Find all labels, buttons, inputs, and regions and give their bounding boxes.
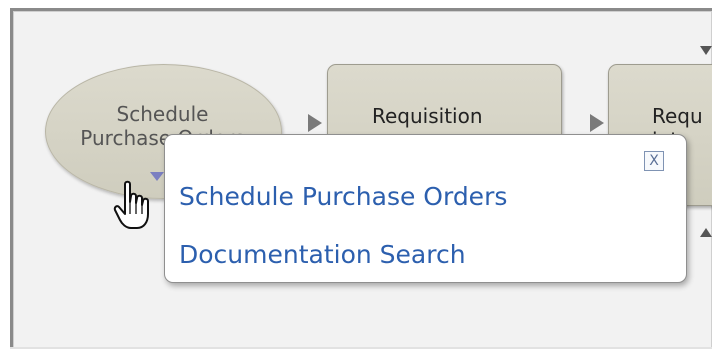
connector-arrow-icon [700, 46, 712, 55]
node-label-line1: Requ [652, 104, 703, 128]
flow-arrow-icon [308, 114, 322, 132]
connector-arrow-icon [700, 228, 712, 237]
hand-pointer-cursor-icon [113, 180, 149, 229]
workflow-node-label: Requisition [372, 104, 483, 128]
link-documentation-search[interactable]: Documentation Search [179, 240, 466, 270]
link-schedule-purchase-orders[interactable]: Schedule Purchase Orders [179, 182, 507, 212]
node-label-line1: Schedule [116, 102, 209, 126]
flow-arrow-icon [590, 114, 604, 132]
close-icon[interactable]: X [644, 151, 664, 171]
